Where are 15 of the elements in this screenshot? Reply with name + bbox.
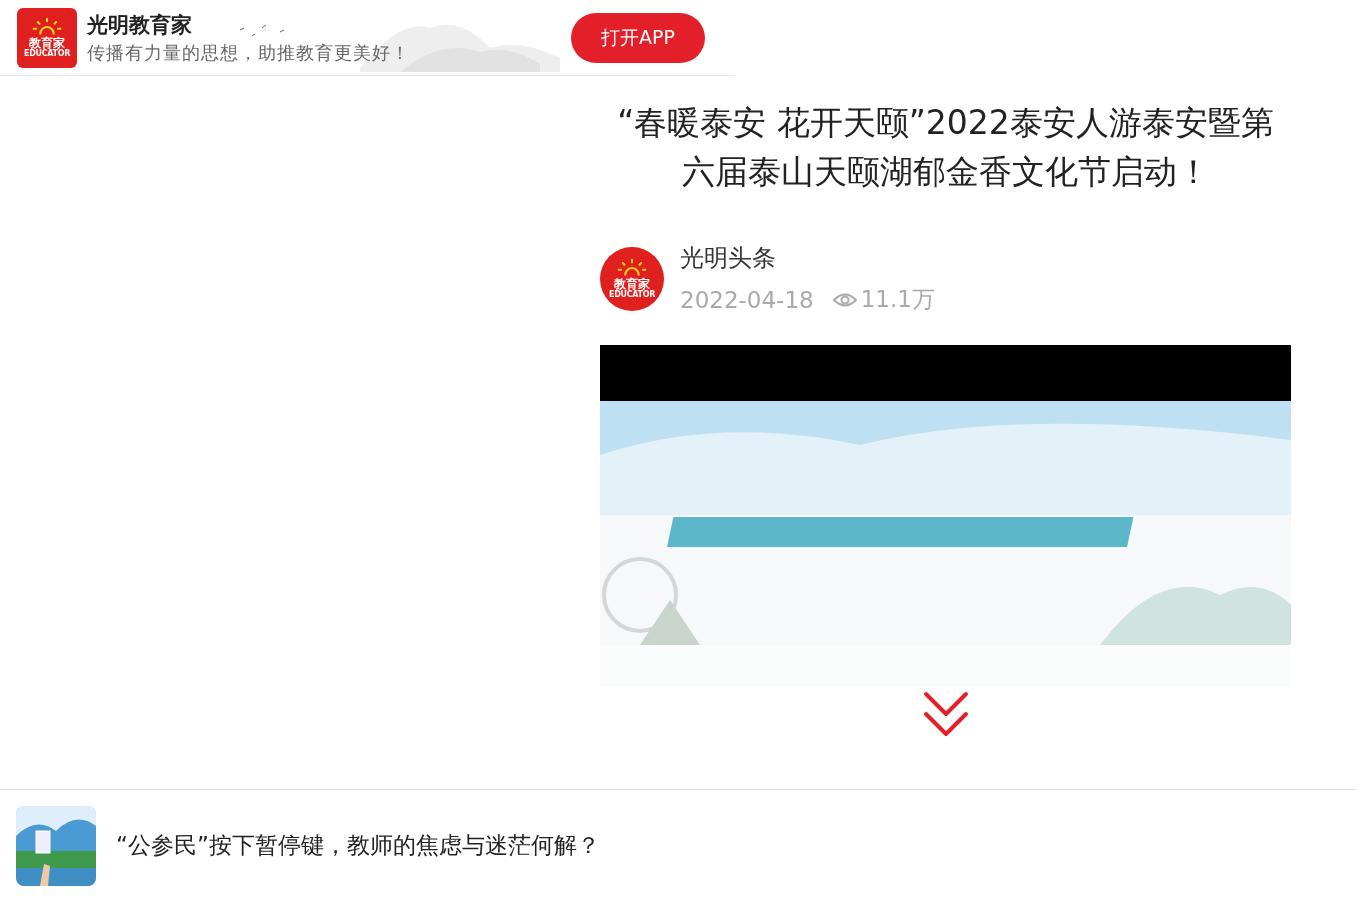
- logo-subtext: EDUCATOR: [23, 50, 71, 59]
- app-slogan: 传播有力量的思想，助推教育更美好！: [87, 40, 410, 65]
- logo-text: 教育家: [614, 277, 650, 291]
- logo-subtext: EDUCATOR: [608, 291, 656, 300]
- sun-icon: [30, 16, 64, 37]
- publish-date: 2022-04-18: [680, 286, 814, 313]
- app-name: 光明教育家: [87, 10, 193, 39]
- view-count: 11.1万: [860, 285, 935, 314]
- article-title: “春暖泰安 花开天颐”2022泰安人游泰安暨第六届泰山天颐湖郁金香文化节启动！: [616, 102, 1275, 193]
- eye-icon: [831, 291, 858, 308]
- article-link[interactable]: “公参民”按下暂停键，教师的焦虑与迷茫何解？: [116, 830, 600, 861]
- author-name: 光明头条: [680, 243, 777, 274]
- open-app-button[interactable]: 打开APP: [571, 12, 705, 63]
- sun-icon: [615, 257, 649, 278]
- logo-text: 教育家: [29, 36, 65, 50]
